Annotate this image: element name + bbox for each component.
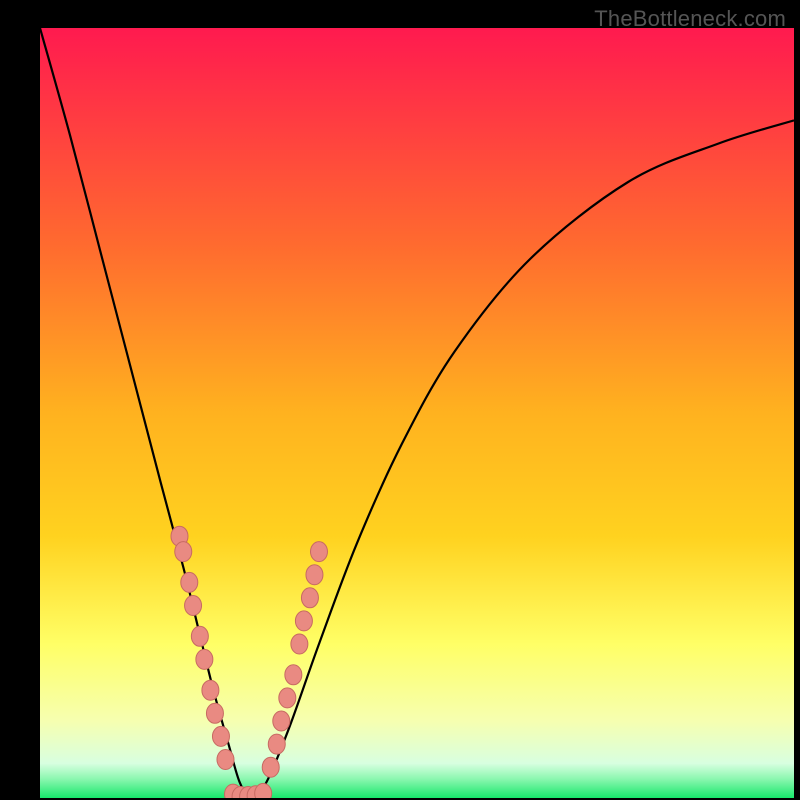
data-marker xyxy=(310,542,327,562)
chart-svg xyxy=(40,28,794,798)
plot-area xyxy=(40,28,794,798)
data-marker xyxy=(181,572,198,592)
data-marker xyxy=(285,665,302,685)
data-marker xyxy=(196,649,213,669)
data-marker xyxy=(175,542,192,562)
data-marker xyxy=(295,611,312,631)
data-marker xyxy=(206,703,223,723)
data-marker xyxy=(279,688,296,708)
data-marker xyxy=(306,565,323,585)
chart-container: TheBottleneck.com xyxy=(0,0,800,800)
data-marker xyxy=(301,588,318,608)
data-marker xyxy=(291,634,308,654)
bottleneck-curve xyxy=(40,28,794,798)
data-marker xyxy=(273,711,290,731)
data-marker xyxy=(217,750,234,770)
data-marker xyxy=(212,726,229,746)
data-markers xyxy=(171,526,327,798)
data-marker xyxy=(185,596,202,616)
data-marker xyxy=(255,783,272,798)
data-marker xyxy=(191,626,208,646)
data-marker xyxy=(268,734,285,754)
data-marker xyxy=(202,680,219,700)
data-marker xyxy=(262,757,279,777)
